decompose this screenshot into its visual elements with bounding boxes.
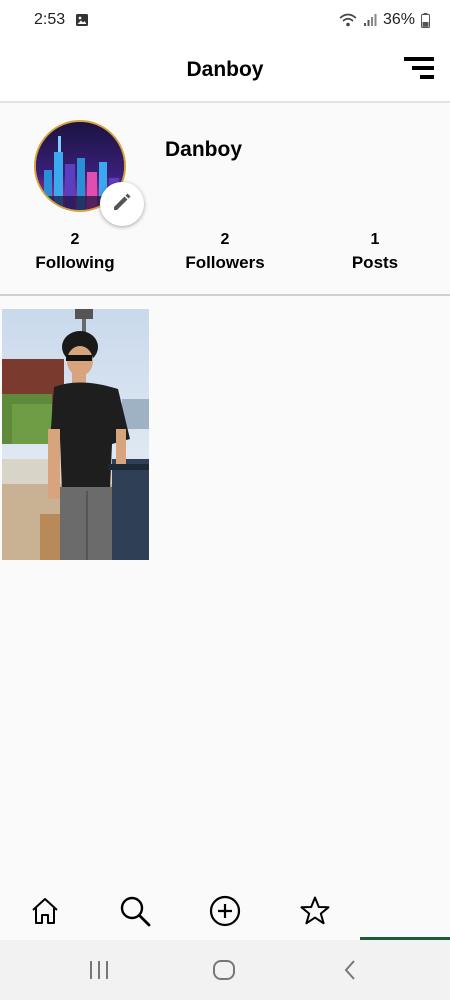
- bottom-nav: [0, 880, 450, 940]
- battery-icon: [421, 12, 430, 28]
- post-thumbnail[interactable]: [2, 309, 149, 560]
- profile-name: Danboy: [165, 138, 243, 161]
- photo-person-with-sunglasses: [2, 309, 149, 560]
- back-chevron-icon[interactable]: [337, 958, 363, 982]
- pencil-icon: [111, 191, 133, 218]
- profile-section: Danboy 2 Following 2 Followers 1 Posts: [0, 105, 450, 296]
- signal-icon: [363, 13, 377, 27]
- posts-count: 1: [370, 231, 380, 248]
- avatar-wrapper: [34, 120, 144, 226]
- status-right: 36%: [339, 11, 430, 29]
- posts-grid: [2, 309, 448, 560]
- status-left: 2:53: [34, 11, 89, 29]
- profile-stats: 2 Following 2 Followers 1 Posts: [0, 230, 450, 276]
- home-icon[interactable]: [28, 894, 62, 928]
- followers-count: 2: [220, 231, 230, 248]
- stat-following[interactable]: 2 Following: [0, 230, 150, 276]
- system-nav: [0, 940, 450, 1000]
- edit-avatar-button[interactable]: [100, 182, 144, 226]
- page-title: Danboy: [186, 58, 264, 81]
- app-header: Danboy: [0, 40, 450, 103]
- wifi-icon: [339, 13, 357, 27]
- stat-posts[interactable]: 1 Posts: [300, 230, 450, 276]
- sort-menu-icon[interactable]: [404, 56, 436, 80]
- recent-apps-icon[interactable]: [86, 958, 112, 982]
- search-icon[interactable]: [118, 894, 152, 928]
- stat-followers[interactable]: 2 Followers: [150, 230, 300, 276]
- following-label: Following: [35, 253, 115, 272]
- status-time: 2:53: [34, 11, 66, 28]
- star-icon[interactable]: [298, 894, 332, 928]
- battery-percent: 36%: [382, 11, 415, 28]
- posts-label: Posts: [351, 253, 399, 272]
- following-count: 2: [70, 231, 80, 248]
- status-bar: 2:53 36%: [0, 0, 450, 40]
- home-circle-icon[interactable]: [211, 958, 237, 982]
- followers-label: Followers: [185, 253, 265, 272]
- add-circle-icon[interactable]: [208, 894, 242, 928]
- gallery-notification-icon: [75, 13, 89, 27]
